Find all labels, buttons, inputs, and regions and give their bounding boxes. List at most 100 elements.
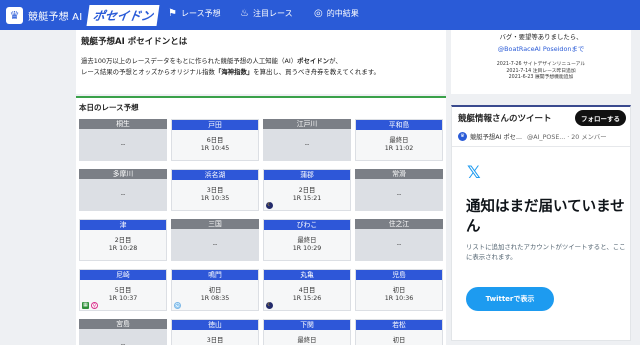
race-card-4: 多摩川 -- bbox=[79, 169, 167, 211]
race-time: -- bbox=[396, 240, 402, 248]
race-card-12[interactable]: 尼崎 5日目 1R 10:37 ▦ ♀ bbox=[79, 269, 167, 311]
venue-name: 蒲郡 bbox=[264, 170, 350, 180]
venue-name: 住之江 bbox=[355, 219, 443, 229]
race-info: 6日目 1R 10:45 bbox=[172, 130, 258, 160]
venue-name: 桐生 bbox=[79, 119, 167, 129]
about-description: 過去100万以上のレースデータをもとに作られた競艇予想の人工知能（AI）ポセイド… bbox=[81, 56, 446, 78]
about-text: が、 bbox=[329, 57, 342, 65]
race-card-1[interactable]: 戸田 6日目 1R 10:45 bbox=[171, 119, 259, 161]
race-day: 2日目 bbox=[114, 236, 132, 244]
race-time: 1R 08:35 bbox=[200, 295, 230, 302]
nav-label: 的中結果 bbox=[326, 9, 359, 18]
night-race-moon-icon: ☾ bbox=[266, 202, 273, 209]
race-card-18[interactable]: 下関最終日1R 15:20☾ bbox=[263, 319, 351, 345]
race-card-11: 住之江 -- bbox=[355, 219, 443, 261]
nav-race-prediction[interactable]: ⚑ レース予想 bbox=[168, 8, 221, 19]
venue-name: 津 bbox=[80, 220, 166, 230]
race-card-8[interactable]: 津 2日目 1R 10:28 bbox=[79, 219, 167, 261]
venue-name: 下関 bbox=[264, 320, 350, 330]
race-card-2: 江戸川 -- bbox=[263, 119, 351, 161]
race-card-3[interactable]: 平和島 最終日 1R 11:02 bbox=[355, 119, 443, 161]
twitter-contact-link[interactable]: @BoatRaceAI Poseidonまで bbox=[451, 44, 631, 53]
race-time: -- bbox=[120, 340, 126, 345]
race-day: 4日目 bbox=[298, 286, 316, 294]
about-emphasis: ポセイドン bbox=[297, 57, 330, 65]
race-day: 最終日 bbox=[389, 136, 409, 144]
race-info: -- bbox=[171, 229, 259, 261]
race-card-13[interactable]: 鳴門 初日 1R 08:35 ◷ bbox=[171, 269, 259, 311]
race-time: -- bbox=[396, 190, 402, 198]
race-day: 6日目 bbox=[206, 136, 224, 144]
race-info: 初日1R 15:18 bbox=[356, 330, 442, 345]
race-card-7: 常滑 -- bbox=[355, 169, 443, 211]
race-day: 3日目 bbox=[206, 186, 224, 194]
race-time: 1R 11:02 bbox=[384, 145, 414, 152]
about-text: レース結果の予想とオッズからオリジナル指数 bbox=[81, 68, 215, 76]
nav-label: 注目レース bbox=[252, 9, 293, 18]
race-day: 初日 bbox=[208, 286, 222, 294]
race-card-6[interactable]: 蒲郡 2日目 1R 15:21 ☾ bbox=[263, 169, 351, 211]
race-day: 最終日 bbox=[297, 336, 317, 344]
logo-text: 競艇予想 AI bbox=[28, 11, 83, 23]
flame-icon: ♨ bbox=[240, 8, 249, 19]
race-day: 5日目 bbox=[114, 286, 132, 294]
about-title: 競艇予想AI ポセイドンとは bbox=[81, 37, 188, 47]
venue-name: 宮島 bbox=[79, 319, 167, 329]
race-time: 1R 10:36 bbox=[384, 295, 414, 302]
nav-hit-results[interactable]: ◎ 的中結果 bbox=[314, 8, 359, 19]
race-info: 最終日1R 15:20 bbox=[264, 330, 350, 345]
x-logo-icon: 𝕏 bbox=[467, 163, 481, 183]
race-info: 2日目 1R 10:28 bbox=[80, 230, 166, 260]
venue-name: 平和島 bbox=[356, 120, 442, 130]
race-info: -- bbox=[79, 329, 167, 345]
timeline-account[interactable]: ♛ 競艇予想AI ポセ... @AI_POSE... · 20 メンバー bbox=[452, 126, 630, 141]
avatar: ♛ bbox=[458, 132, 467, 141]
about-emphasis: 「海神指数」 bbox=[214, 68, 254, 76]
race-time: -- bbox=[120, 190, 126, 198]
race-info: 3日目1R 08:45 bbox=[172, 330, 258, 345]
site-logo[interactable]: ♛ 競艇予想 AI ポセイドン bbox=[0, 0, 160, 30]
race-card-15[interactable]: 児島 初日 1R 10:36 bbox=[355, 269, 443, 311]
race-card-5[interactable]: 浜名湖 3日目 1R 10:35 bbox=[171, 169, 259, 211]
race-card-9: 三国 -- bbox=[171, 219, 259, 261]
update-log-item: 2021-6-23 展開予想機能追加 bbox=[508, 75, 574, 80]
morning-race-timer-icon: ◷ bbox=[174, 302, 181, 309]
about-text: を算出し、買うべき舟券を教えてくれます。 bbox=[253, 68, 380, 76]
race-time: -- bbox=[304, 140, 310, 148]
race-info: 初日 1R 08:35 bbox=[172, 280, 258, 310]
race-card-10[interactable]: びわこ 最終日 1R 10:29 bbox=[263, 219, 351, 261]
race-card-17[interactable]: 徳山3日目1R 08:45◷ bbox=[171, 319, 259, 345]
race-time: 1R 10:37 bbox=[108, 295, 138, 302]
notice-panel: バグ・要望等ありましたら、 @BoatRaceAI Poseidonまで 202… bbox=[451, 30, 631, 94]
race-card-19[interactable]: 若松初日1R 15:18☾ bbox=[355, 319, 443, 345]
logo-brand: ポセイドン bbox=[86, 4, 160, 26]
twitter-timeline-widget: 競艇情報さんのツイート フォローする ♛ 競艇予想AI ポセ... @AI_PO… bbox=[451, 105, 631, 341]
view-on-twitter-button[interactable]: Twitterで表示 bbox=[466, 287, 554, 311]
venue-name: 浜名湖 bbox=[172, 170, 258, 180]
race-card-14[interactable]: 丸亀 4日目 1R 15:26 ☾ bbox=[263, 269, 351, 311]
race-info: 最終日 1R 11:02 bbox=[356, 130, 442, 160]
race-grid: 桐生 -- 戸田 6日目 1R 10:45 江戸川 -- 平和島 最終日 1R 11:02 多摩川 -… bbox=[79, 119, 443, 345]
top-navigation-bar: ♛ 競艇予想 AI ポセイドン ⚑ レース予想 ♨ 注目レース ◎ 的中結果 bbox=[0, 0, 640, 30]
venue-name: 常滑 bbox=[355, 169, 443, 179]
ladies-race-icon: ♀ bbox=[91, 302, 98, 309]
divider bbox=[452, 146, 630, 147]
venue-name: 戸田 bbox=[172, 120, 258, 130]
today-race-panel: 本日のレース予想 桐生 -- 戸田 6日目 1R 10:45 江戸川 -- 平和島 最終日 1R … bbox=[76, 96, 446, 345]
race-info: 3日目 1R 10:35 bbox=[172, 180, 258, 210]
empty-state-headline: 通知はまだ届いていません bbox=[466, 199, 625, 235]
about-panel: 競艇予想AI ポセイドンとは 過去100万以上のレースデータをもとに作られた競艇… bbox=[76, 30, 446, 94]
venue-name: びわこ bbox=[264, 220, 350, 230]
race-card-0: 桐生 -- bbox=[79, 119, 167, 161]
race-info: -- bbox=[263, 129, 351, 161]
qr-badge-icon: ▦ bbox=[82, 302, 89, 309]
nav-label: レース予想 bbox=[180, 9, 221, 18]
timeline-title: 競艇情報さんのツイート bbox=[458, 114, 552, 124]
race-time: 1R 10:35 bbox=[200, 195, 230, 202]
follow-button[interactable]: フォローする bbox=[575, 110, 626, 126]
race-info: -- bbox=[79, 179, 167, 211]
race-time: 1R 10:29 bbox=[292, 245, 322, 252]
flag-icon: ⚑ bbox=[168, 8, 177, 19]
nav-featured-races[interactable]: ♨ 注目レース bbox=[240, 8, 293, 19]
venue-name: 若松 bbox=[356, 320, 442, 330]
